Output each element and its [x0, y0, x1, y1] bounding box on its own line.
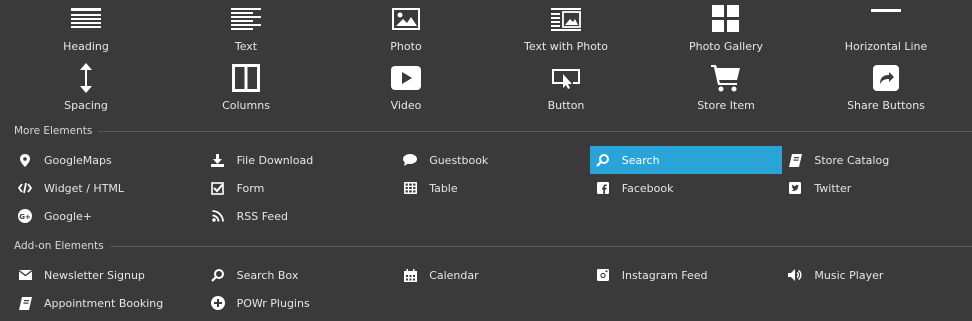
addon-elements-section: Add-on Elements Newsletter Signup Search… [0, 238, 972, 317]
section-header: Add-on Elements [0, 238, 972, 254]
element-widget-html[interactable]: Widget / HTML [12, 174, 204, 202]
horizontal-line-icon [871, 4, 901, 34]
google-plus-icon: G+ [18, 209, 32, 223]
element-facebook[interactable]: Facebook [590, 174, 782, 202]
share-buttons-icon [871, 63, 901, 93]
element-form[interactable]: Form [205, 174, 397, 202]
heading-icon [71, 4, 101, 34]
button-icon [551, 63, 581, 93]
element-appointment-booking[interactable]: Appointment Booking [12, 289, 204, 317]
element-file-download[interactable]: File Download [205, 146, 397, 174]
plus-circle-icon [210, 296, 225, 310]
tile-label: Button [547, 99, 585, 112]
tile-label: Horizontal Line [844, 40, 928, 53]
text-with-photo-icon [551, 4, 581, 34]
guestbook-icon [403, 153, 418, 167]
spacing-tile[interactable]: Spacing [6, 59, 166, 118]
columns-tile[interactable]: Columns [166, 59, 326, 118]
element-powr-plugins[interactable]: POWr Plugins [205, 289, 397, 317]
tile-label: Photo [390, 40, 422, 53]
section-title: Add-on Elements [14, 240, 104, 252]
tile-label: Store Item [697, 99, 755, 112]
element-search-box[interactable]: Search Box [205, 261, 397, 289]
section-title: More Elements [14, 125, 93, 137]
store-item-tile[interactable]: Store Item [646, 59, 806, 118]
spacing-icon [71, 63, 101, 93]
horizontal-line-tile[interactable]: Horizontal Line [806, 0, 966, 59]
store-catalog-icon [788, 153, 802, 167]
calendar-icon [403, 268, 417, 282]
tile-label: Text with Photo [524, 40, 608, 53]
search-box-icon [211, 268, 225, 282]
photo-gallery-icon [711, 4, 741, 34]
element-guestbook[interactable]: Guestbook [397, 146, 589, 174]
svg-text:G+: G+ [19, 213, 31, 221]
basic-elements-grid: Heading Text Photo Text with Photo Photo… [0, 0, 972, 118]
photo-gallery-tile[interactable]: Photo Gallery [646, 0, 806, 59]
tile-label: Text [234, 40, 258, 53]
appointment-booking-icon [18, 296, 32, 310]
twitter-icon [788, 181, 802, 195]
store-item-icon [711, 63, 741, 93]
more-elements-section: More Elements GoogleMaps File Download G… [0, 123, 972, 230]
heading-tile[interactable]: Heading [6, 0, 166, 59]
element-twitter[interactable]: Twitter [782, 174, 972, 202]
element-googlemaps[interactable]: GoogleMaps [12, 146, 204, 174]
tile-label: Video [390, 99, 422, 112]
text-icon [231, 4, 261, 34]
search-icon [596, 153, 610, 167]
file-download-icon [211, 153, 225, 167]
music-player-icon [788, 268, 802, 282]
text-tile[interactable]: Text [166, 0, 326, 59]
envelope-icon [18, 268, 32, 282]
rss-icon [211, 209, 225, 223]
tile-label: Columns [222, 99, 270, 112]
element-rss-feed[interactable]: RSS Feed [205, 202, 397, 230]
element-instagram-feed[interactable]: Instagram Feed [590, 261, 782, 289]
photo-icon [391, 4, 421, 34]
element-picker-panel: Heading Text Photo Text with Photo Photo… [0, 0, 972, 321]
addon-elements-list: Newsletter Signup Search Box Calendar In… [0, 261, 972, 317]
element-google-plus[interactable]: G+ Google+ [12, 202, 204, 230]
table-icon [403, 181, 417, 195]
button-tile[interactable]: Button [486, 59, 646, 118]
tile-label: Photo Gallery [688, 40, 764, 53]
video-tile[interactable]: Video [326, 59, 486, 118]
tile-label: Spacing [64, 99, 108, 112]
section-divider [109, 245, 972, 247]
columns-icon [231, 63, 261, 93]
text-with-photo-tile[interactable]: Text with Photo [486, 0, 646, 59]
more-elements-list: GoogleMaps File Download Guestbook Searc… [0, 146, 972, 230]
video-icon [391, 63, 421, 93]
section-divider [98, 130, 972, 132]
element-calendar[interactable]: Calendar [397, 261, 589, 289]
share-buttons-tile[interactable]: Share Buttons [806, 59, 966, 118]
element-search[interactable]: Search [589, 146, 782, 174]
element-music-player[interactable]: Music Player [782, 261, 972, 289]
facebook-icon [596, 181, 610, 195]
map-pin-icon [18, 153, 32, 167]
instagram-icon [596, 268, 610, 282]
tile-label: Heading [63, 40, 109, 53]
code-icon [18, 181, 32, 195]
photo-tile[interactable]: Photo [326, 0, 486, 59]
element-store-catalog[interactable]: Store Catalog [782, 146, 972, 174]
section-header: More Elements [0, 123, 972, 139]
tile-label: Share Buttons [847, 99, 925, 112]
element-table[interactable]: Table [397, 174, 589, 202]
form-icon [211, 181, 225, 195]
element-newsletter-signup[interactable]: Newsletter Signup [12, 261, 204, 289]
